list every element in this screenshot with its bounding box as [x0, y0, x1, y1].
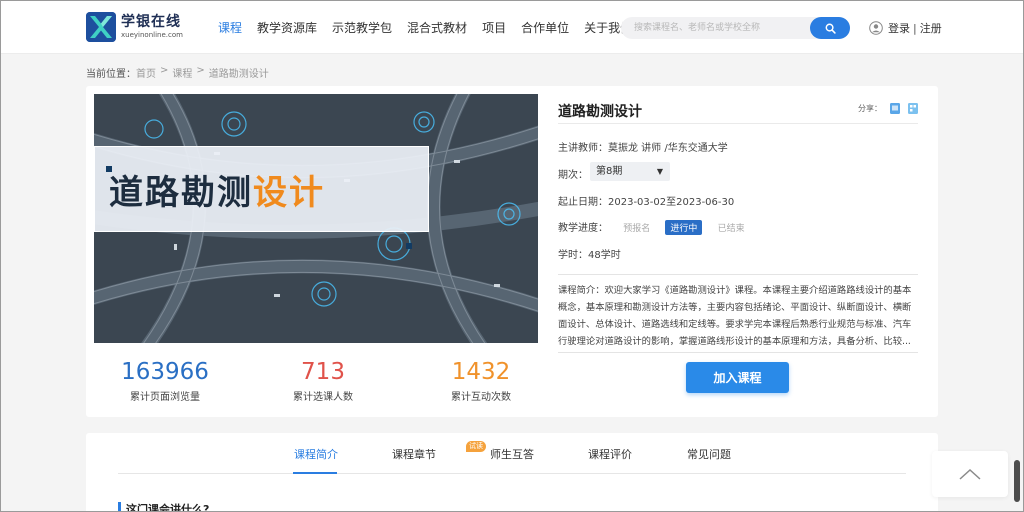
course-title: 道路勘测设计 [558, 104, 642, 120]
teacher-label: 主讲教师： [558, 143, 608, 154]
caret-down-icon: ▼ [656, 167, 663, 176]
stat-enrollments-label: 累计选课人数 [293, 392, 353, 403]
term-label: 期次： [558, 170, 588, 181]
course-tabs-card: 课程简介 课程章节 试读 师生互答 课程评价 常见问题 这门课会讲什么? [86, 433, 938, 512]
breadcrumb-separator: > [160, 65, 169, 76]
logo-mark-icon [86, 12, 116, 42]
nav-courses[interactable]: 课程 [218, 19, 242, 36]
dates-value: 2023-03-02至2023-06-30 [608, 197, 735, 208]
course-tabs: 课程简介 课程章节 试读 师生互答 课程评价 常见问题 [118, 433, 906, 474]
progress-in-progress: 进行中 [665, 220, 703, 235]
tab-qa[interactable]: 师生互答 [490, 446, 534, 462]
stat-interactions: 1432 累计互动次数 [402, 358, 560, 403]
term-select-value: 第8期 [596, 166, 623, 177]
course-stats: 163966 累计页面浏览量 713 累计选课人数 1432 累计互动次数 [86, 358, 562, 403]
breadcrumb-current: 道路勘测设计 [208, 69, 269, 80]
progress-row: 教学进度： 预报名 进行中 已结束 [558, 219, 750, 235]
share-area: 分享： [858, 103, 918, 114]
nav-blended-textbooks[interactable]: 混合式教材 [407, 19, 467, 36]
user-avatar-icon [869, 21, 883, 35]
tab-chapters[interactable]: 课程章节 [392, 446, 436, 462]
dates-label: 起止日期： [558, 197, 608, 208]
join-course-button[interactable]: 加入课程 [686, 362, 789, 393]
breadcrumb-separator: > [196, 65, 205, 76]
main-nav: 课程 教学资源库 示范教学包 混合式教材 项目 合作单位 关于我们 [218, 19, 647, 36]
hours-value: 48学时 [588, 250, 621, 261]
logo-name: 学银在线 [121, 14, 181, 30]
search-button[interactable] [810, 17, 850, 39]
nav-resource-library[interactable]: 教学资源库 [257, 19, 317, 36]
register-link[interactable]: 注册 [920, 20, 942, 36]
dates-row: 起止日期：2023-03-02至2023-06-30 [558, 193, 734, 208]
tab-reviews[interactable]: 课程评价 [588, 446, 632, 462]
teacher-row: 主讲教师：莫振龙 讲师 /华东交通大学 [558, 139, 728, 154]
search-input[interactable] [621, 17, 805, 39]
nav-demo-packages[interactable]: 示范教学包 [332, 19, 392, 36]
nav-projects[interactable]: 项目 [482, 19, 506, 36]
term-select[interactable]: 第8期 ▼ [590, 162, 670, 181]
stat-page-views-label: 累计页面浏览量 [130, 392, 200, 403]
hours-row: 学时：48学时 [558, 246, 621, 261]
cover-decor-square [106, 166, 112, 172]
scrollbar-thumb[interactable] [1014, 460, 1020, 502]
search-icon [825, 23, 836, 34]
cover-title-main: 道路勘测 [109, 172, 253, 213]
cover-decor-square [406, 243, 412, 249]
term-row: 期次： 第8期 ▼ [558, 162, 758, 181]
user-separator: | [913, 21, 917, 35]
progress-label: 教学进度： [558, 223, 608, 234]
share-label: 分享： [858, 104, 882, 113]
qzone-share-icon[interactable] [890, 103, 900, 114]
intro-label: 课程简介： [558, 285, 605, 296]
teacher-value: 莫振龙 讲师 /华东交通大学 [608, 143, 728, 154]
tab-faq[interactable]: 常见问题 [687, 446, 731, 462]
stat-interactions-value: 1432 [451, 359, 511, 385]
stat-enrollments: 713 累计选课人数 [244, 358, 402, 403]
login-link[interactable]: 登录 [888, 20, 910, 36]
breadcrumb-courses[interactable]: 课程 [172, 65, 192, 80]
stat-interactions-label: 累计互动次数 [451, 392, 511, 403]
stat-page-views: 163966 累计页面浏览量 [86, 358, 244, 403]
chevron-up-icon [959, 468, 981, 480]
trial-badge: 试读 [466, 441, 486, 452]
cover-title-accent: 设计 [253, 172, 325, 213]
qrcode-share-icon[interactable] [908, 103, 918, 114]
course-card: 道路勘测 设计 163966 累计页面浏览量 713 累计选课人数 1432 累计… [86, 86, 938, 417]
site-logo[interactable]: 学银在线 xueyinonline.com [86, 12, 183, 42]
user-area: 登录 | 注册 [869, 20, 942, 36]
progress-ended: 已结束 [717, 224, 745, 234]
course-info: 道路勘测设计 分享： 主讲教师：莫振龙 讲师 /华东交通大学 期次： 第8期 ▼ [558, 94, 918, 353]
progress-pre-enroll: 预报名 [623, 224, 651, 234]
active-tab-underline [293, 472, 337, 474]
section-heading: 这门课会讲什么? [118, 501, 209, 512]
cover-title-banner: 道路勘测 设计 [94, 146, 429, 232]
intro-text: 欢迎大家学习《道路勘测设计》课程。本课程主要介绍道路路线设计的基本概念，基本原理… [558, 285, 912, 347]
course-cover-image: 道路勘测 设计 [94, 94, 538, 343]
hours-label: 学时： [558, 250, 588, 261]
logo-domain: xueyinonline.com [121, 31, 183, 39]
stat-page-views-value: 163966 [121, 359, 209, 385]
tab-course-intro[interactable]: 课程简介 [294, 446, 338, 462]
search-bar [621, 17, 850, 39]
back-to-top-button[interactable] [932, 451, 1008, 497]
nav-partners[interactable]: 合作单位 [521, 19, 569, 36]
stat-enrollments-value: 713 [301, 359, 345, 385]
breadcrumb-home[interactable]: 首页 [136, 65, 156, 80]
site-header: 学银在线 xueyinonline.com 课程 教学资源库 示范教学包 混合式… [0, 0, 1024, 54]
breadcrumb: 当前位置： 首页 > 课程 > 道路勘测设计 [86, 65, 269, 80]
course-intro: 课程简介：欢迎大家学习《道路勘测设计》课程。本课程主要介绍道路路线设计的基本概念… [558, 274, 918, 353]
breadcrumb-prefix: 当前位置： [86, 69, 136, 80]
